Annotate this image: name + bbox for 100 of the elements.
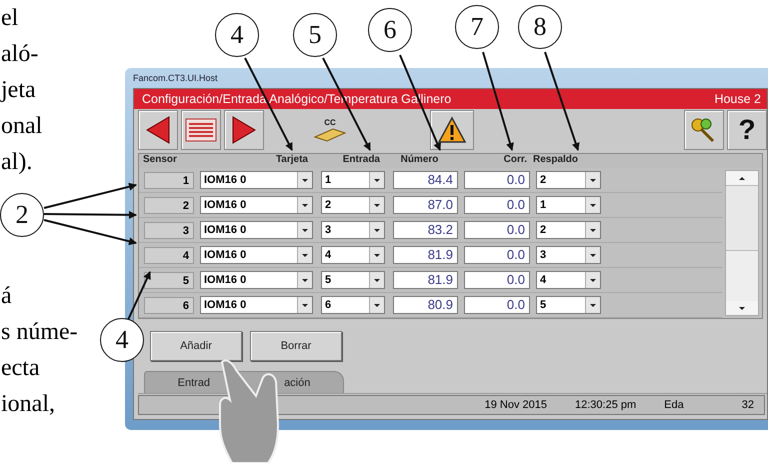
number-field[interactable]: 83.2 — [393, 221, 458, 239]
caret-icon — [590, 278, 596, 282]
caret-icon — [590, 228, 596, 232]
callout-number: 4 — [215, 13, 259, 57]
caret-icon — [374, 254, 380, 256]
status-user: Eda — [664, 399, 684, 411]
caret-icon — [302, 304, 308, 306]
column-header: Respaldo — [532, 154, 580, 167]
correction-field[interactable]: 0.0 — [464, 246, 530, 264]
caret-icon — [590, 204, 596, 206]
column-header: Corr. — [502, 154, 527, 167]
help-button[interactable]: ? — [727, 110, 767, 150]
backup-dropdown[interactable]: 3 — [536, 246, 601, 264]
sensor-number-cell: 6 — [144, 296, 194, 314]
callout-number: 4 — [100, 318, 144, 362]
correction-field[interactable]: 0.0 — [464, 171, 530, 189]
callout-number: 7 — [455, 5, 499, 49]
right-arrow-icon — [231, 116, 257, 144]
input-dropdown[interactable]: 3 — [321, 221, 385, 239]
list-icon — [185, 118, 217, 142]
caret-icon — [590, 254, 596, 256]
column-header: Entrada — [342, 154, 381, 167]
input-dropdown[interactable]: 5 — [321, 271, 385, 289]
number-field[interactable]: 87.0 — [393, 196, 458, 214]
column-header: Tarjeta — [274, 154, 309, 167]
backup-dropdown[interactable]: 1 — [536, 196, 601, 214]
correction-field[interactable]: 0.0 — [464, 296, 530, 314]
alarm-button[interactable] — [430, 110, 474, 150]
card-dropdown[interactable]: IOM16 0 — [200, 271, 313, 289]
caret-icon — [302, 278, 308, 282]
column-header: Sensor — [143, 154, 178, 167]
body-text-fragment: onal — [1, 112, 42, 141]
sensor-number-cell: 4 — [144, 246, 194, 264]
correction-field[interactable]: 0.0 — [464, 271, 530, 289]
card-dropdown[interactable]: IOM16 0 — [200, 221, 313, 239]
number-field[interactable]: 80.9 — [393, 296, 458, 314]
keys-button[interactable] — [684, 110, 724, 150]
scroll-up-icon — [739, 176, 745, 180]
input-dropdown[interactable]: 2 — [321, 196, 385, 214]
status-time: 12:30:25 pm — [575, 399, 636, 411]
body-text-fragment: ional, — [1, 390, 55, 419]
calibration-button[interactable]: CC — [310, 110, 350, 150]
caret-icon — [374, 278, 380, 282]
status-date: 19 Nov 2015 — [484, 399, 548, 411]
caret-icon — [374, 204, 380, 206]
scroll-down-icon — [739, 306, 745, 310]
card-dropdown[interactable]: IOM16 0 — [200, 246, 313, 264]
input-dropdown[interactable]: 4 — [321, 246, 385, 264]
input-dropdown[interactable]: 6 — [321, 296, 385, 314]
caret-icon — [302, 228, 308, 232]
number-field[interactable]: 84.4 — [393, 171, 458, 189]
sensor-number-cell: 5 — [144, 272, 194, 288]
backup-dropdown[interactable]: 5 — [536, 296, 601, 314]
status-number: 32 — [742, 399, 754, 411]
callout-number: 6 — [368, 8, 412, 52]
callout-arrow — [127, 271, 151, 320]
body-text-fragment: jeta — [1, 76, 36, 105]
device-icon — [313, 126, 347, 142]
forward-button[interactable] — [224, 110, 264, 150]
sensor-number-cell: 1 — [144, 172, 194, 188]
body-text-fragment: á — [1, 282, 12, 311]
callout-number: 8 — [518, 5, 562, 49]
caret-icon — [374, 304, 380, 306]
body-text-fragment: s núme- — [1, 318, 78, 347]
input-dropdown[interactable]: 1 — [321, 171, 385, 189]
callout-number: 2 — [0, 193, 44, 237]
card-dropdown[interactable]: IOM16 0 — [200, 171, 313, 189]
house-label: House 2 — [714, 92, 761, 106]
scrollbar[interactable] — [725, 170, 759, 316]
column-header: Número — [400, 154, 440, 167]
list-view-button[interactable] — [181, 110, 221, 150]
card-dropdown[interactable]: IOM16 0 — [200, 196, 313, 214]
backup-dropdown[interactable]: 2 — [536, 171, 601, 189]
caret-icon — [374, 228, 380, 232]
correction-field[interactable]: 0.0 — [464, 196, 530, 214]
caret-icon — [302, 254, 308, 256]
card-dropdown[interactable]: IOM16 0 — [200, 296, 313, 314]
window-title: Fancom.CT3.UI.Host — [133, 73, 218, 83]
backup-dropdown[interactable]: 4 — [536, 271, 601, 289]
caret-icon — [302, 204, 308, 206]
scrollbar-thumb[interactable] — [726, 185, 758, 251]
back-button[interactable] — [138, 110, 178, 150]
caret-icon — [302, 178, 308, 182]
warning-icon — [437, 116, 467, 144]
body-text-fragment: el — [1, 4, 18, 33]
sensor-number-cell: 3 — [144, 222, 194, 238]
backup-dropdown[interactable]: 2 — [536, 221, 601, 239]
callout-number: 5 — [293, 13, 337, 57]
caret-icon — [374, 178, 380, 182]
left-arrow-icon — [145, 116, 171, 144]
caret-icon — [590, 304, 596, 306]
body-text-fragment: aló- — [1, 40, 38, 69]
caret-icon — [590, 178, 596, 182]
action-button[interactable]: Borrar — [250, 331, 342, 361]
action-button[interactable]: Añadir — [150, 331, 242, 361]
body-text-fragment: al). — [1, 148, 32, 177]
number-field[interactable]: 81.9 — [393, 271, 458, 289]
correction-field[interactable]: 0.0 — [464, 221, 530, 239]
sensor-number-cell: 2 — [144, 196, 194, 214]
number-field[interactable]: 81.9 — [393, 246, 458, 264]
